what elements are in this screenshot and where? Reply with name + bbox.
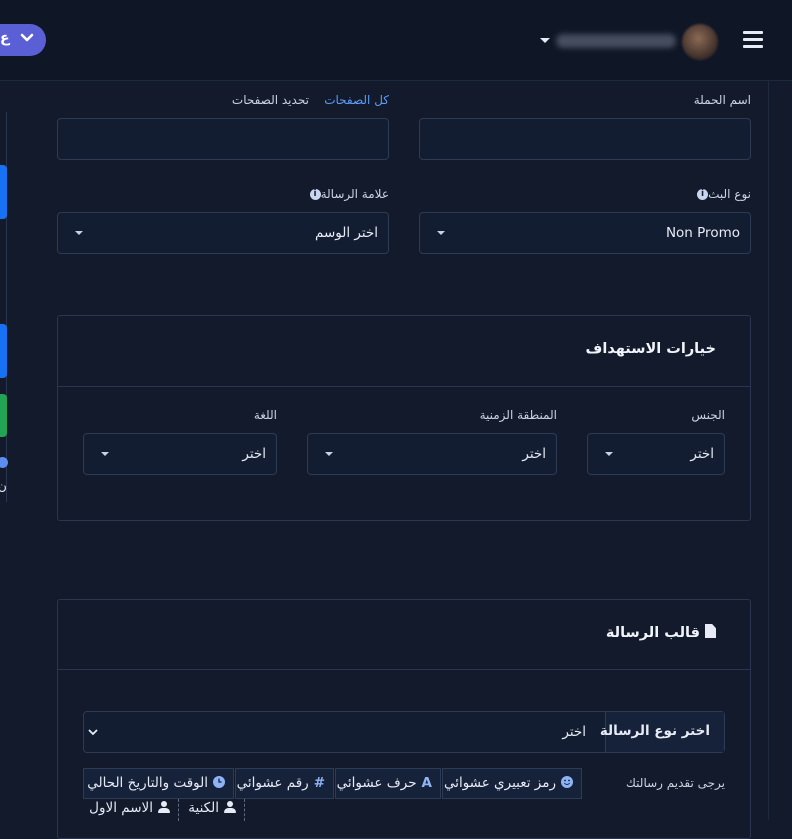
info-icon[interactable]: i [309, 189, 321, 200]
smile-icon [561, 776, 573, 788]
language-label: ع [0, 30, 10, 46]
sidebar-button-secondary[interactable] [0, 324, 7, 378]
campaign-name-label: اسم الحملة [693, 93, 751, 107]
random-letter-label: حرف عشوائي [336, 775, 417, 791]
language-label: اللغة [253, 408, 277, 422]
insert-random-letter-button[interactable]: Aحرف عشوائي [335, 768, 441, 799]
clock-icon [213, 776, 225, 788]
message-tag-select[interactable]: اختر الوسم [57, 212, 389, 254]
pages-input[interactable] [57, 118, 389, 160]
message-type-group: اختر نوع الرسالة اختر [83, 711, 725, 753]
sidebar-cut-text: ن [0, 479, 7, 493]
random-number-label: رقم عشوائي [236, 775, 309, 791]
targeting-card: خيارات الاستهداف [57, 315, 751, 521]
user-name-blurred[interactable] [556, 34, 676, 48]
caret-down-icon [75, 231, 83, 235]
card-divider [58, 669, 750, 670]
user-icon [224, 801, 236, 813]
last-name-label: الكنية [188, 800, 219, 816]
user-icon [158, 801, 170, 813]
timezone-value: اختر [522, 446, 546, 462]
message-type-value: اختر [562, 724, 586, 740]
caret-down-icon [605, 452, 613, 456]
template-title: قالب الرسالة [605, 625, 700, 641]
language-switcher[interactable]: ع [0, 24, 46, 56]
language-select[interactable]: اختر [83, 433, 277, 475]
hash-icon: # [313, 775, 325, 791]
file-icon [705, 624, 716, 638]
gender-label: الجنس [691, 408, 725, 422]
insert-random-emoji-button[interactable]: رمز تعبيري عشوائي [442, 768, 582, 799]
all-pages-link[interactable]: كل الصفحات [324, 93, 389, 107]
letter-a-icon: A [421, 775, 432, 791]
broadcast-type-select[interactable]: Non Promo [419, 212, 751, 254]
caret-down-icon [437, 231, 445, 235]
insert-datetime-button[interactable]: الوقت والتاريخ الحالي [83, 768, 234, 799]
caret-down-icon [101, 452, 109, 456]
header-divider [0, 80, 792, 81]
timezone-select[interactable]: اختر [307, 433, 557, 475]
message-tag-value: اختر الوسم [314, 225, 378, 241]
avatar[interactable] [682, 24, 718, 60]
hamburger-icon[interactable] [743, 31, 763, 49]
caret-down-icon [325, 452, 333, 456]
pages-label: تحديد الصفحات [231, 93, 309, 107]
sidebar-button-primary[interactable] [0, 165, 7, 219]
first-name-label: الاسم الاول [89, 800, 153, 816]
random-emoji-label: رمز تعبيري عشوائي [443, 775, 556, 791]
sidebar-button-success[interactable] [0, 394, 7, 437]
message-tag-label-row: علامة الرسالةi [306, 187, 389, 201]
gender-select[interactable]: اختر [587, 433, 725, 475]
targeting-title: خيارات الاستهداف [585, 341, 716, 357]
message-type-select[interactable]: اختر [84, 712, 606, 752]
insert-first-name-button[interactable]: الاسم الاول [83, 799, 179, 821]
message-tag-label: علامة الرسالة [320, 187, 389, 201]
datetime-label: الوقت والتاريخ الحالي [87, 775, 208, 791]
chevron-down-icon [20, 33, 34, 42]
caret-down-icon[interactable] [540, 38, 550, 43]
insert-last-name-button[interactable]: الكنية [179, 799, 245, 821]
message-type-addon: اختر نوع الرسالة [600, 712, 724, 752]
top-navbar: ع [0, 0, 792, 80]
broadcast-type-label-row: نوع البثi [693, 187, 751, 201]
chevron-down-icon [88, 729, 98, 736]
right-scroll-rail [768, 80, 769, 820]
broadcast-type-value: Non Promo [665, 225, 740, 241]
card-divider [58, 386, 750, 387]
intro-label: يرجى تقديم رسالتك [626, 776, 725, 790]
gender-value: اختر [690, 446, 714, 462]
timezone-label: المنطقة الزمنية [479, 408, 557, 422]
language-value: اختر [242, 446, 266, 462]
info-icon[interactable]: i [697, 189, 709, 200]
pages-label-row: كل الصفحات تحديد الصفحات [232, 93, 389, 107]
campaign-name-input[interactable] [419, 118, 751, 160]
insert-random-number-button[interactable]: #رقم عشوائي [235, 768, 334, 799]
template-title-row: قالب الرسالة [606, 624, 716, 641]
message-type-label: اختر نوع الرسالة [599, 723, 710, 739]
broadcast-type-label: نوع البث [708, 187, 751, 201]
